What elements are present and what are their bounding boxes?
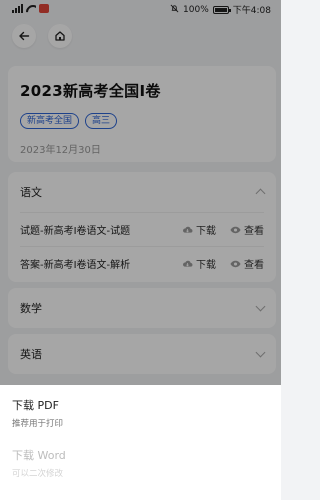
option-subtitle: 推荐用于打印 <box>12 419 64 429</box>
download-word-option[interactable]: 下载 Word 可以二次修改 <box>12 447 66 479</box>
download-format-sheet: 下载 PDF 推荐用于打印 下载 Word 可以二次修改 <box>0 385 281 500</box>
option-title: 下载 PDF <box>12 399 59 412</box>
option-title: 下载 Word <box>12 449 66 462</box>
download-pdf-option[interactable]: 下载 PDF 推荐用于打印 <box>12 397 63 429</box>
option-subtitle: 可以二次修改 <box>12 469 64 479</box>
